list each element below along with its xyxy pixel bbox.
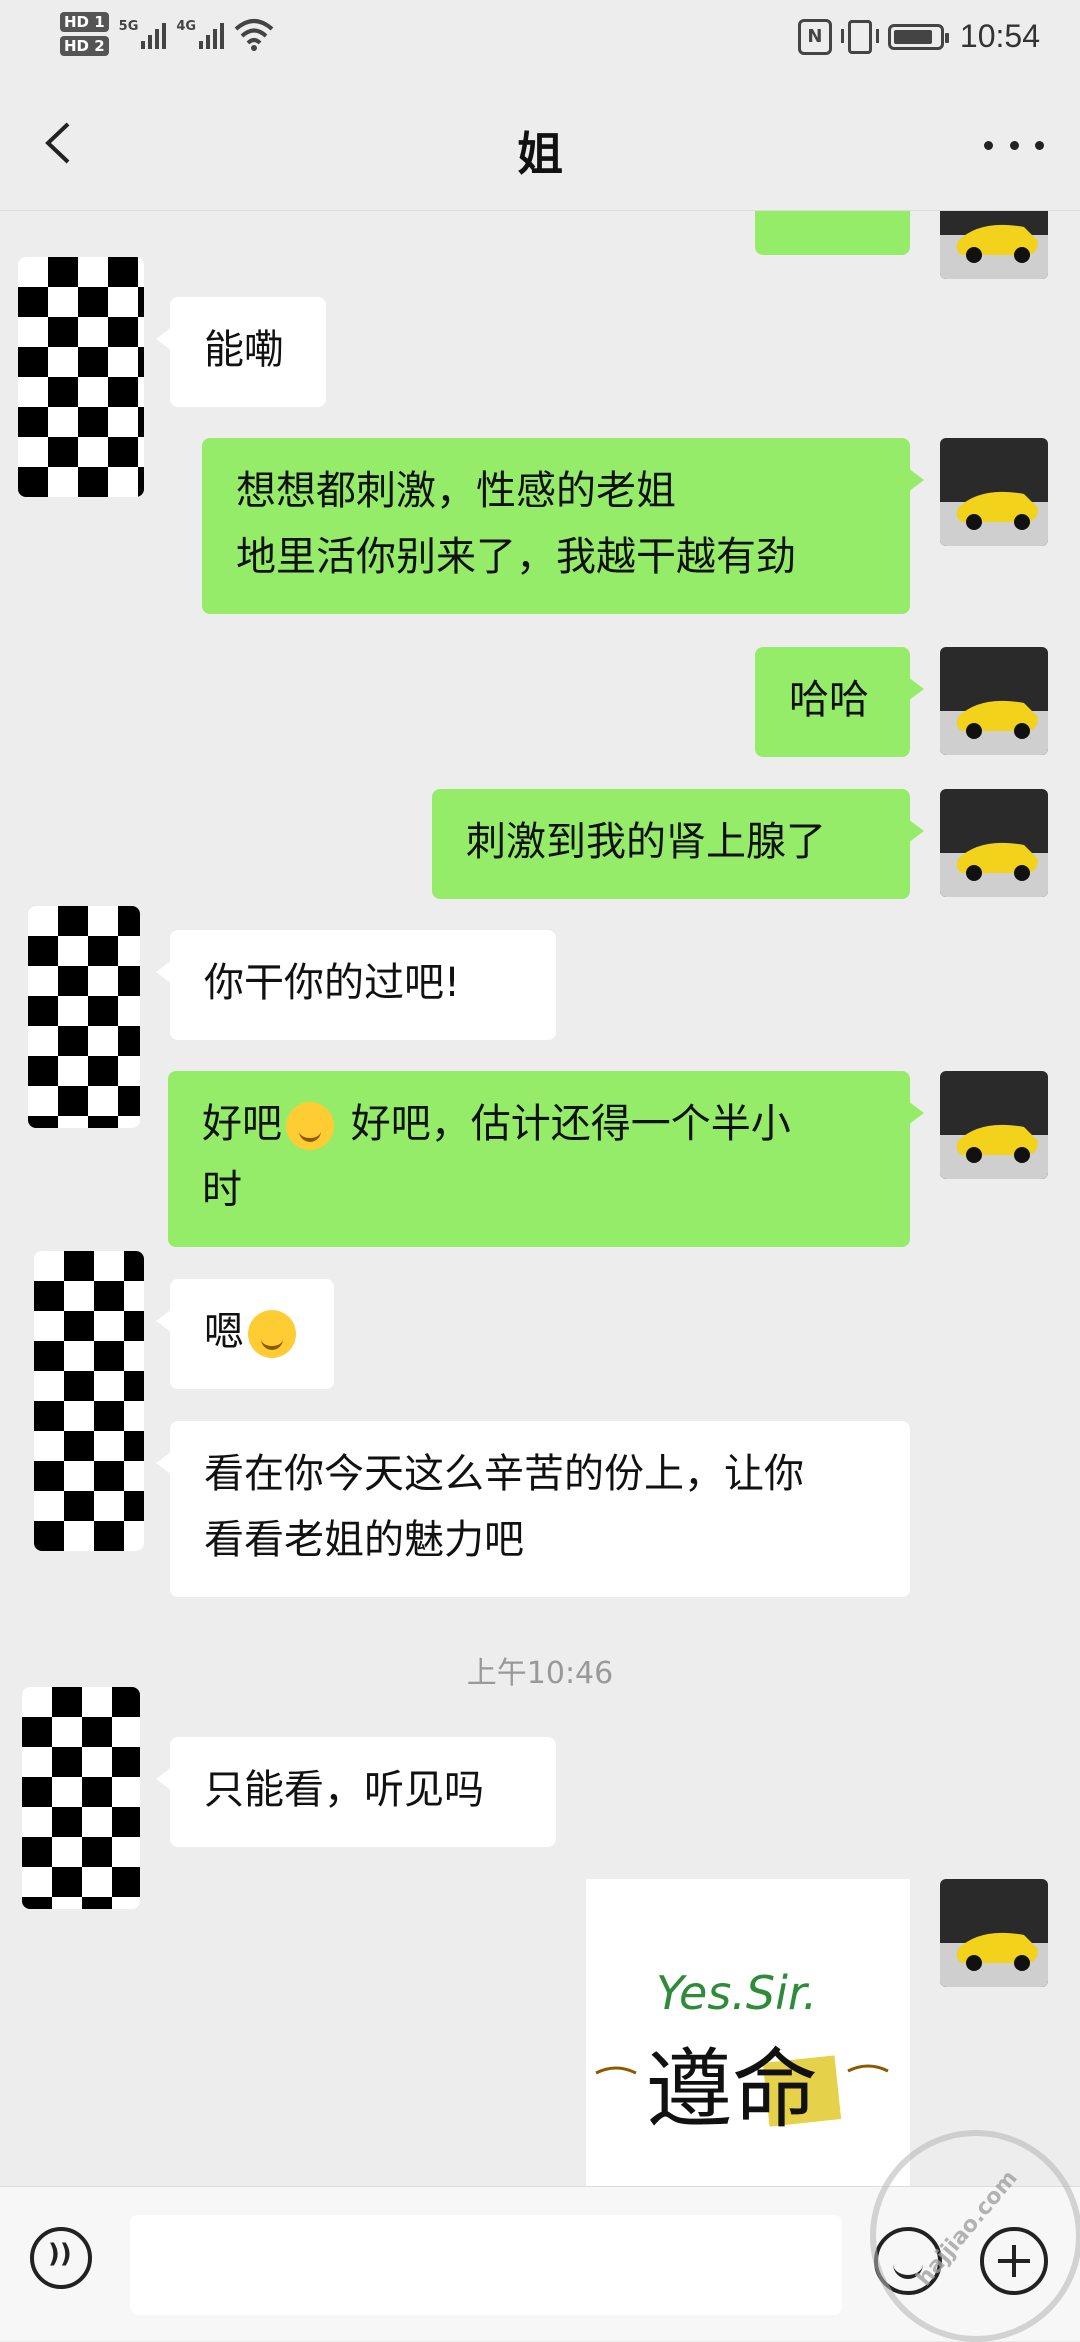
- message-text: 只能看，听见吗: [204, 1767, 484, 1813]
- message-list[interactable]: 哈哈 能嘞 想想都刺激，性感的老姐 地里活你别来了，我越干越有劲 哈哈 刺激到我…: [0, 211, 1080, 2186]
- contact-avatar[interactable]: [28, 906, 140, 1128]
- sim2-badge: HD 2: [60, 36, 109, 56]
- voice-icon[interactable]: [30, 2227, 92, 2289]
- chat-title: 姐: [517, 127, 563, 181]
- signal-5g-icon: 5G: [119, 19, 167, 49]
- message-text-line1: 看在你今天这么辛苦的份上，让你: [204, 1451, 804, 1497]
- sticker-text-en: Yes.Sir.: [656, 1966, 817, 2020]
- message-bubble-out[interactable]: 哈哈: [755, 647, 924, 757]
- message-bubble-in[interactable]: 看在你今天这么辛苦的份上，让你 看看老姐的魅力吧: [156, 1421, 910, 1597]
- message-bubble-out[interactable]: 想想都刺激，性感的老姐 地里活你别来了，我越干越有劲: [202, 438, 924, 614]
- vibrate-icon: [840, 19, 879, 54]
- message-text-line2: 时: [202, 1167, 242, 1213]
- status-bar: HD 1 HD 2 5G 4G N 10:54: [0, 0, 1080, 80]
- my-avatar[interactable]: [940, 1071, 1048, 1179]
- contact-avatar[interactable]: [22, 1687, 140, 1909]
- more-dots-icon[interactable]: [984, 125, 1044, 165]
- message-input[interactable]: [130, 2215, 842, 2315]
- my-avatar[interactable]: [940, 789, 1048, 897]
- message-timestamp: 上午10:46: [466, 1656, 614, 1691]
- sim1-badge: HD 1: [60, 12, 109, 32]
- message-bubble-in[interactable]: 能嘞: [156, 297, 326, 407]
- watermark-logo: hajjiao.com: [870, 2130, 1080, 2342]
- message-text-line2: 地里活你别来了，我越干越有劲: [236, 534, 796, 580]
- contact-avatar[interactable]: [34, 1251, 144, 1551]
- sticker-image[interactable]: Yes.Sir. 遵命: [586, 1879, 910, 2186]
- message-text: 好吧，估计还得一个半小: [338, 1101, 791, 1147]
- message-text-line2: 看看老姐的魅力吧: [204, 1517, 524, 1563]
- wifi-icon: [234, 19, 274, 51]
- message-text: 好吧: [202, 1101, 282, 1147]
- smiling-face-emoji-icon: [286, 1102, 334, 1150]
- my-avatar[interactable]: [940, 1879, 1048, 1987]
- message-bubble-out[interactable]: 哈哈: [755, 211, 910, 255]
- thinking-face-emoji-icon: [248, 1310, 296, 1358]
- message-text: 哈哈: [789, 677, 869, 723]
- message-bubble-out[interactable]: 刺激到我的肾上腺了: [432, 789, 924, 899]
- message-bubble-out[interactable]: 好吧 好吧，估计还得一个半小 时: [168, 1071, 924, 1247]
- message-text-line1: 想想都刺激，性感的老姐: [236, 468, 676, 514]
- message-text: 嗯: [204, 1309, 244, 1355]
- message-bubble-in[interactable]: 你干你的过吧!: [156, 930, 556, 1040]
- message-text: 刺激到我的肾上腺了: [466, 819, 826, 865]
- message-text: 能嘞: [204, 327, 284, 373]
- my-avatar[interactable]: [940, 211, 1048, 279]
- status-time: 10:54: [959, 18, 1040, 54]
- my-avatar[interactable]: [940, 647, 1048, 755]
- message-bubble-in[interactable]: 只能看，听见吗: [156, 1737, 556, 1847]
- battery-icon: [887, 23, 949, 50]
- chat-header: 姐: [0, 80, 1080, 211]
- nfc-icon: N: [797, 18, 832, 55]
- message-text: 你干你的过吧!: [204, 960, 461, 1006]
- signal-4g-icon: 4G: [176, 19, 225, 49]
- contact-avatar[interactable]: [18, 257, 144, 497]
- message-bubble-in[interactable]: 嗯: [156, 1279, 334, 1389]
- sticker-text-cn: 遵命: [646, 2040, 818, 2140]
- my-avatar[interactable]: [940, 438, 1048, 546]
